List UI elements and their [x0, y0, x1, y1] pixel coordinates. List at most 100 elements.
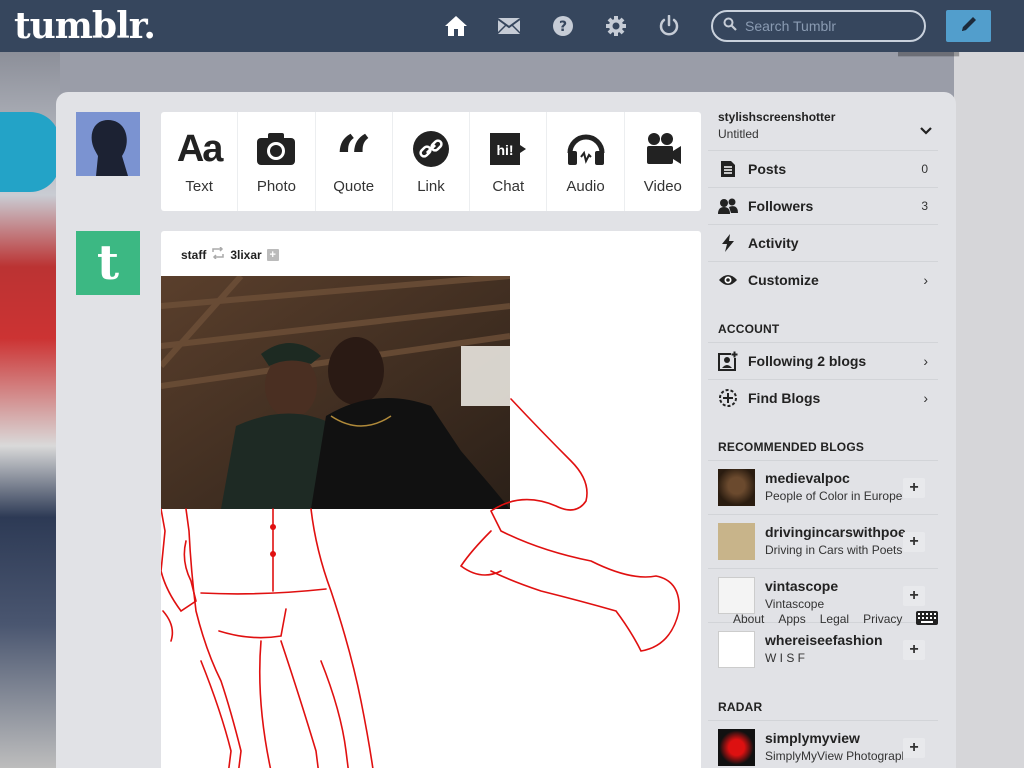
search-icon	[723, 17, 737, 36]
blog-name[interactable]: simplymyview	[765, 730, 905, 746]
blog-description: W I S F	[765, 651, 805, 665]
link-icon	[412, 128, 450, 170]
gear-icon[interactable]	[603, 13, 629, 39]
blog-selector[interactable]: stylishscreenshotter Untitled	[718, 110, 938, 141]
blog-name: stylishscreenshotter	[718, 110, 836, 124]
post-type-label: Quote	[333, 178, 375, 195]
video-camera-icon	[643, 128, 683, 170]
svg-text:?: ?	[559, 19, 567, 35]
post-type-label: Audio	[566, 178, 605, 195]
followers-icon	[708, 198, 748, 214]
post-type-label: Video	[643, 178, 682, 195]
post-type-label: Link	[417, 178, 445, 195]
footer-link-privacy[interactable]: Privacy	[863, 612, 902, 626]
home-icon[interactable]	[443, 13, 469, 39]
search-box[interactable]	[711, 10, 926, 42]
radar-section-title: RADAR	[718, 700, 763, 714]
post-type-link[interactable]: Link	[393, 112, 471, 211]
follow-button[interactable]: +	[903, 532, 925, 552]
quote-icon: “	[335, 122, 373, 197]
text-icon: Aa	[176, 127, 224, 170]
sidebar-item-activity[interactable]: Activity	[708, 224, 938, 261]
camera-icon	[256, 128, 296, 170]
red-sketch-drawing	[161, 398, 680, 768]
post-type-quote[interactable]: “ Quote	[316, 112, 393, 211]
post-type-video[interactable]: Video	[625, 112, 701, 211]
sidebar-item-label: Customize	[748, 272, 819, 288]
post-type-photo[interactable]: Photo	[238, 112, 316, 211]
post-type-bar: Aa Text Photo “ Quote Link hi! Chat Audi…	[161, 112, 701, 211]
top-navigation-bar: tumblr. ?	[0, 0, 1024, 52]
footer-links: About Apps Legal Privacy	[733, 612, 903, 626]
blog-thumbnail[interactable]	[718, 631, 755, 668]
recommended-blog-item[interactable]: whereiseefashion W I S F +	[708, 622, 938, 676]
sidebar-item-label: Following 2 blogs	[748, 353, 867, 369]
post-type-text[interactable]: Aa Text	[161, 112, 239, 211]
recommended-section-title: RECOMMENDED BLOGS	[718, 440, 865, 454]
sidebar-item-find-blogs[interactable]: Find Blogs ›	[708, 379, 938, 416]
footer-link-about[interactable]: About	[733, 612, 764, 626]
chevron-down-icon[interactable]	[920, 122, 932, 140]
blog-description: People of Color in European Art History	[765, 489, 903, 503]
post-type-audio[interactable]: Audio	[547, 112, 625, 211]
blog-name[interactable]: whereiseefashion	[765, 632, 905, 648]
blog-thumbnail[interactable]	[718, 577, 755, 614]
sidebar-item-label: Posts	[748, 161, 787, 177]
sidebar-item-label: Activity	[748, 235, 799, 251]
keyboard-shortcuts-icon[interactable]	[915, 610, 939, 631]
headphones-icon	[566, 128, 606, 170]
blog-description: Driving in Cars with Poets	[765, 543, 903, 557]
blog-name[interactable]: medievalpoc	[765, 470, 905, 486]
chevron-right-icon: ›	[923, 272, 928, 288]
sidebar-item-label: Followers	[748, 198, 814, 214]
footer-link-legal[interactable]: Legal	[820, 612, 849, 626]
search-input[interactable]	[745, 18, 915, 34]
recommended-blog-item[interactable]: medievalpoc People of Color in European …	[708, 460, 938, 514]
post-type-label: Chat	[492, 178, 525, 195]
blog-thumbnail[interactable]	[718, 729, 755, 766]
blog-description: SimplyMyView Photography	[765, 749, 903, 763]
post-type-chat[interactable]: hi! Chat	[470, 112, 548, 211]
blog-name[interactable]: vintascope	[765, 578, 905, 594]
dashboard-post: staff 3lixar +	[161, 231, 701, 768]
power-icon[interactable]	[656, 13, 682, 39]
sidebar-item-customize[interactable]: Customize ›	[708, 261, 938, 298]
blog-title: Untitled	[718, 127, 759, 141]
sidebar-item-following[interactable]: Following 2 blogs ›	[708, 342, 938, 379]
chevron-right-icon: ›	[923, 390, 928, 406]
sidebar-item-posts[interactable]: Posts 0	[708, 150, 938, 187]
eye-icon	[708, 273, 748, 287]
following-icon	[708, 351, 748, 371]
svg-text:hi!: hi!	[497, 142, 514, 158]
help-icon[interactable]: ?	[550, 13, 576, 39]
blog-thumbnail[interactable]	[718, 469, 755, 506]
tumblr-t-icon: t	[96, 235, 120, 291]
sidebar-item-label: Find Blogs	[748, 390, 821, 406]
blog-description: Vintascope	[765, 597, 825, 611]
radar-blog-item[interactable]: simplymyview SimplyMyView Photography +	[708, 720, 938, 768]
blog-name[interactable]: drivingincarswithpoets	[765, 524, 905, 540]
mail-icon[interactable]	[496, 13, 522, 39]
follow-button[interactable]: +	[903, 738, 925, 758]
lightning-icon	[708, 234, 748, 252]
user-avatar[interactable]	[76, 112, 140, 176]
chat-icon: hi!	[488, 128, 528, 170]
sidebar-item-followers[interactable]: Followers 3	[708, 187, 938, 224]
followers-count: 3	[921, 199, 928, 213]
blog-avatar[interactable]: t	[76, 231, 140, 295]
follow-button[interactable]: +	[903, 640, 925, 660]
find-blogs-icon	[708, 388, 748, 408]
posts-icon	[708, 160, 748, 178]
post-type-label: Text	[185, 178, 213, 195]
compose-button[interactable]	[946, 10, 991, 42]
follow-button[interactable]: +	[903, 478, 925, 498]
blog-thumbnail[interactable]	[718, 523, 755, 560]
posts-count: 0	[921, 162, 928, 176]
recommended-blog-item[interactable]: drivingincarswithpoets Driving in Cars w…	[708, 514, 938, 568]
footer-link-apps[interactable]: Apps	[778, 612, 805, 626]
tumblr-logo[interactable]: tumblr.	[14, 5, 156, 47]
account-section-title: ACCOUNT	[718, 322, 780, 336]
pencil-icon	[959, 14, 979, 39]
follow-button[interactable]: +	[903, 586, 925, 606]
post-type-label: Photo	[256, 178, 297, 195]
